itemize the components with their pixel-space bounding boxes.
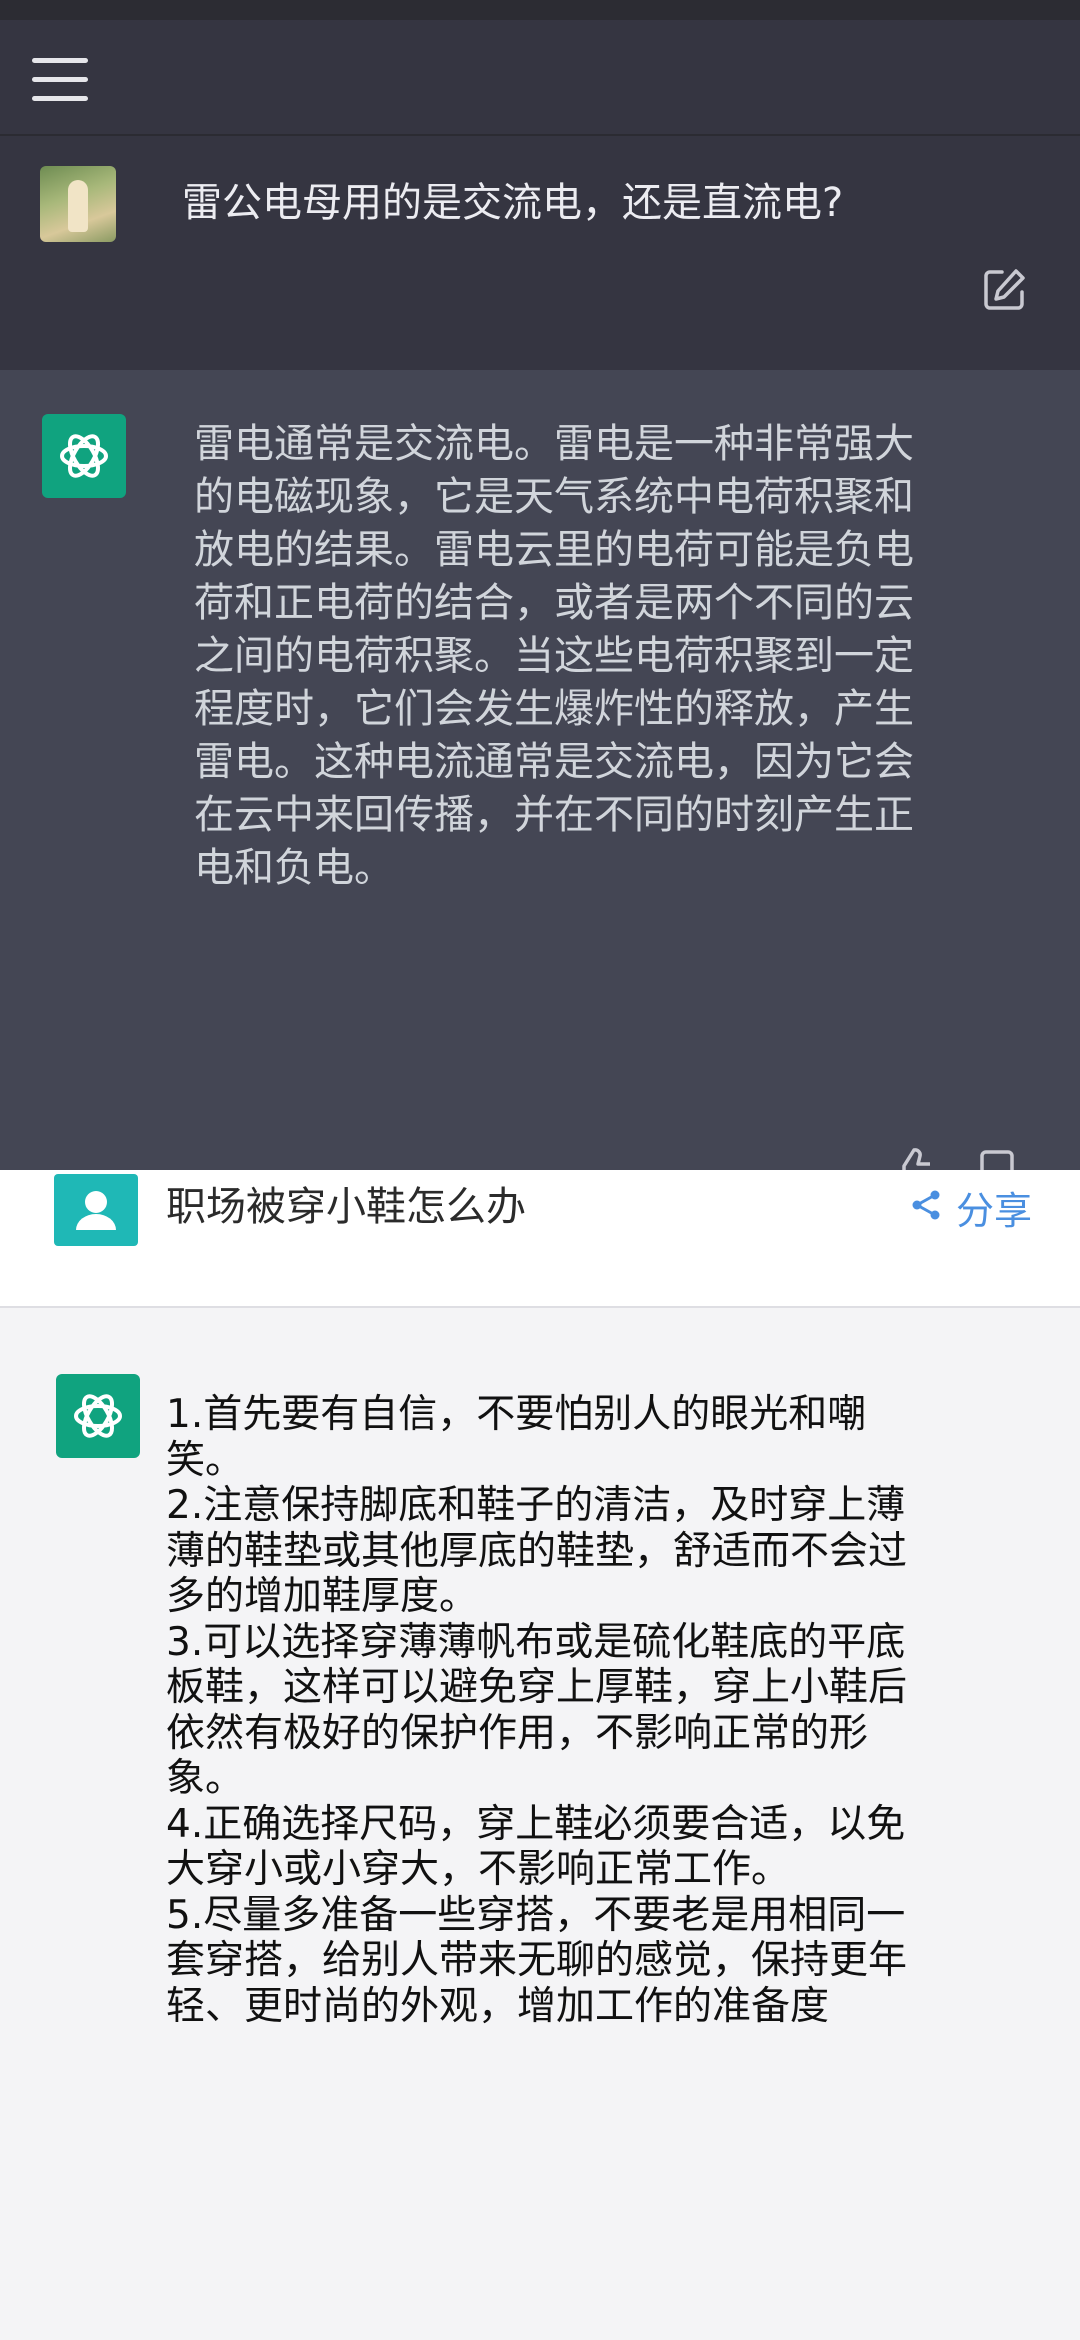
assistant-answer-text: 雷电通常是交流电。雷电是一种非常强大 的电磁现象，它是天气系统中电荷积聚和 放电… bbox=[194, 418, 1034, 895]
answer-line: 雷电。这种电流通常是交流电，因为它会 bbox=[194, 739, 914, 785]
user-avatar-icon bbox=[54, 1174, 138, 1246]
user-avatar bbox=[40, 166, 116, 242]
share-label: 分享 bbox=[955, 1188, 1032, 1233]
top-app-bar bbox=[0, 20, 1080, 136]
answer-line: 2.注意保持脚底和鞋子的清洁，及时穿上薄 bbox=[166, 1483, 906, 1528]
user-message: 雷公电母用的是交流电，还是直流电? bbox=[0, 136, 1080, 370]
answer-line: 放电的结果。雷电云里的电荷可能是负电 bbox=[194, 527, 914, 573]
feedback-icons-cropped bbox=[890, 1144, 1030, 1170]
top-chat-screenshot: 雷公电母用的是交流电，还是直流电? 雷电通常是交流电。雷电是一种非常强大 的电磁… bbox=[0, 0, 1080, 1170]
answer-line: 3.可以选择穿薄薄帆布或是硫化鞋底的平底 bbox=[166, 1619, 906, 1665]
edit-icon[interactable] bbox=[982, 266, 1028, 312]
answer-line: 雷电通常是交流电。雷电是一种非常强大 bbox=[194, 421, 914, 467]
share-icon bbox=[910, 1189, 942, 1225]
hamburger-menu-icon[interactable] bbox=[32, 58, 88, 102]
answer-line: 轻、更时尚的外观，增加工作的准备度 bbox=[166, 1983, 830, 2029]
user-question-text: 职场被穿小鞋怎么办 bbox=[166, 1184, 526, 1230]
bottom-chat-screenshot: 职场被穿小鞋怎么办 分享 1.首先要有自信，不要怕别人的眼光和嘲 笑。 2.注意… bbox=[0, 1170, 1080, 2340]
answer-line: 电和负电。 bbox=[194, 845, 394, 891]
answer-line: 多的增加鞋厚度。 bbox=[166, 1574, 479, 1619]
answer-line: 的电磁现象，它是天气系统中电荷积聚和 bbox=[194, 474, 914, 520]
answer-line: 大穿小或小穿大，不影响正常工作。 bbox=[166, 1847, 791, 1892]
openai-logo-icon bbox=[56, 1374, 140, 1458]
answer-line: 4.正确选择尺码，穿上鞋必须要合适，以免 bbox=[166, 1801, 906, 1847]
answer-line: 板鞋，这样可以避免穿上厚鞋，穿上小鞋后 bbox=[166, 1665, 908, 1710]
answer-line: 1.首先要有自信，不要怕别人的眼光和嘲 bbox=[166, 1392, 867, 1437]
answer-line: 套穿搭，给别人带来无聊的感觉，保持更年 bbox=[166, 1938, 908, 1983]
answer-line: 在云中来回传播，并在不同的时刻产生正 bbox=[194, 792, 914, 838]
answer-line: 荷和正电荷的结合，或者是两个不同的云 bbox=[194, 580, 914, 626]
answer-line: 5.尽量多准备一些穿搭，不要老是用相同一 bbox=[166, 1892, 906, 1938]
answer-line: 之间的电荷积聚。当这些电荷积聚到一定 bbox=[194, 633, 914, 679]
user-question-text: 雷公电母用的是交流电，还是直流电? bbox=[182, 180, 844, 226]
answer-line: 依然有极好的保护作用，不影响正常的形 bbox=[166, 1710, 869, 1756]
answer-line: 笑。 bbox=[166, 1437, 245, 1483]
screen: 雷公电母用的是交流电，还是直流电? 雷电通常是交流电。雷电是一种非常强大 的电磁… bbox=[0, 0, 1080, 2340]
user-message: 职场被穿小鞋怎么办 分享 bbox=[0, 1170, 1080, 1308]
share-button[interactable]: 分享 bbox=[910, 1180, 1032, 1234]
status-bar-strip bbox=[0, 0, 1080, 20]
assistant-answer-text: 1.首先要有自信，不要怕别人的眼光和嘲 笑。 2.注意保持脚底和鞋子的清洁，及时… bbox=[166, 1392, 1046, 2029]
openai-logo-icon bbox=[42, 414, 126, 498]
answer-line: 薄的鞋垫或其他厚底的鞋垫，舒适而不会过 bbox=[166, 1528, 908, 1574]
answer-line: 象。 bbox=[166, 1756, 245, 1801]
assistant-message: 雷电通常是交流电。雷电是一种非常强大 的电磁现象，它是天气系统中电荷积聚和 放电… bbox=[0, 370, 1080, 1170]
answer-line: 程度时，它们会发生爆炸性的释放，产生 bbox=[194, 686, 914, 732]
